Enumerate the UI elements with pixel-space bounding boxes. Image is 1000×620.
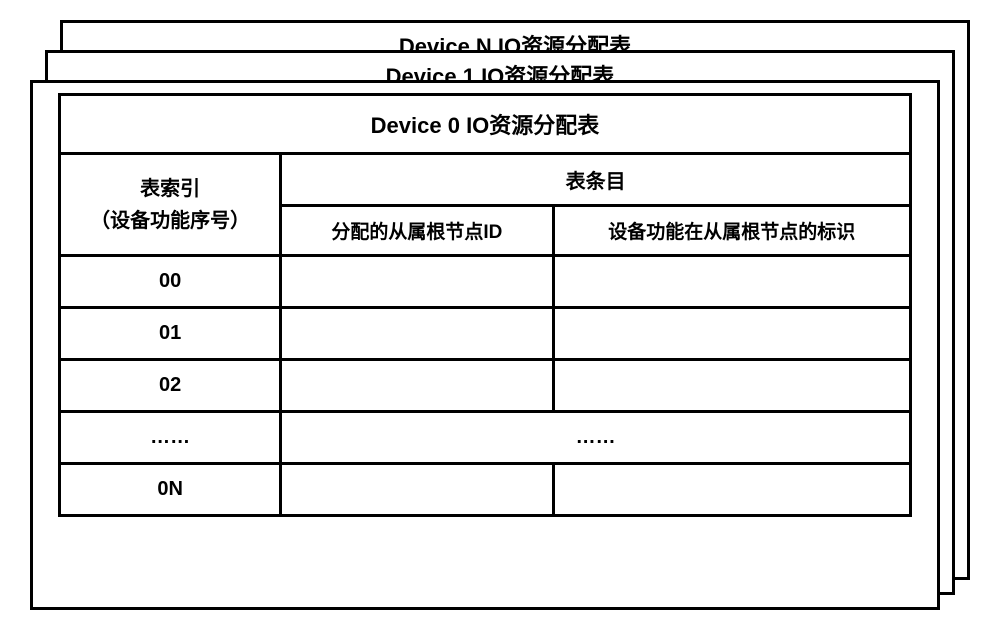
table-row: 00 — [60, 256, 911, 308]
table-row: 0N — [60, 464, 911, 516]
row-ellipsis: …… — [281, 412, 911, 464]
entry-header: 表条目 — [281, 154, 911, 206]
row-index: 0N — [60, 464, 281, 516]
row-col1 — [281, 308, 553, 360]
row-col1 — [281, 360, 553, 412]
row-col1 — [281, 256, 553, 308]
entry-col1-header: 分配的从属根节点ID — [281, 206, 553, 256]
row-col2 — [553, 308, 910, 360]
entry-col2-header: 设备功能在从属根节点的标识 — [553, 206, 910, 256]
index-header-line1: 表索引 — [67, 173, 273, 205]
table-container: Device 0 IO资源分配表 表索引 （设备功能序号） 表条目 分配的从属根… — [33, 83, 937, 542]
index-header: 表索引 （设备功能序号） — [60, 154, 281, 256]
table-title: Device 0 IO资源分配表 — [60, 95, 911, 154]
row-col2 — [553, 464, 910, 516]
table-row: 01 — [60, 308, 911, 360]
row-col1 — [281, 464, 553, 516]
row-index: …… — [60, 412, 281, 464]
index-header-line2: （设备功能序号） — [67, 205, 273, 237]
io-resource-table: Device 0 IO资源分配表 表索引 （设备功能序号） 表条目 分配的从属根… — [58, 93, 912, 517]
table-row: 02 — [60, 360, 911, 412]
row-col2 — [553, 256, 910, 308]
row-index: 01 — [60, 308, 281, 360]
card-device-0: Device 0 IO资源分配表 表索引 （设备功能序号） 表条目 分配的从属根… — [30, 80, 940, 610]
row-index: 02 — [60, 360, 281, 412]
row-index: 00 — [60, 256, 281, 308]
row-col2 — [553, 360, 910, 412]
table-row: …… …… — [60, 412, 911, 464]
